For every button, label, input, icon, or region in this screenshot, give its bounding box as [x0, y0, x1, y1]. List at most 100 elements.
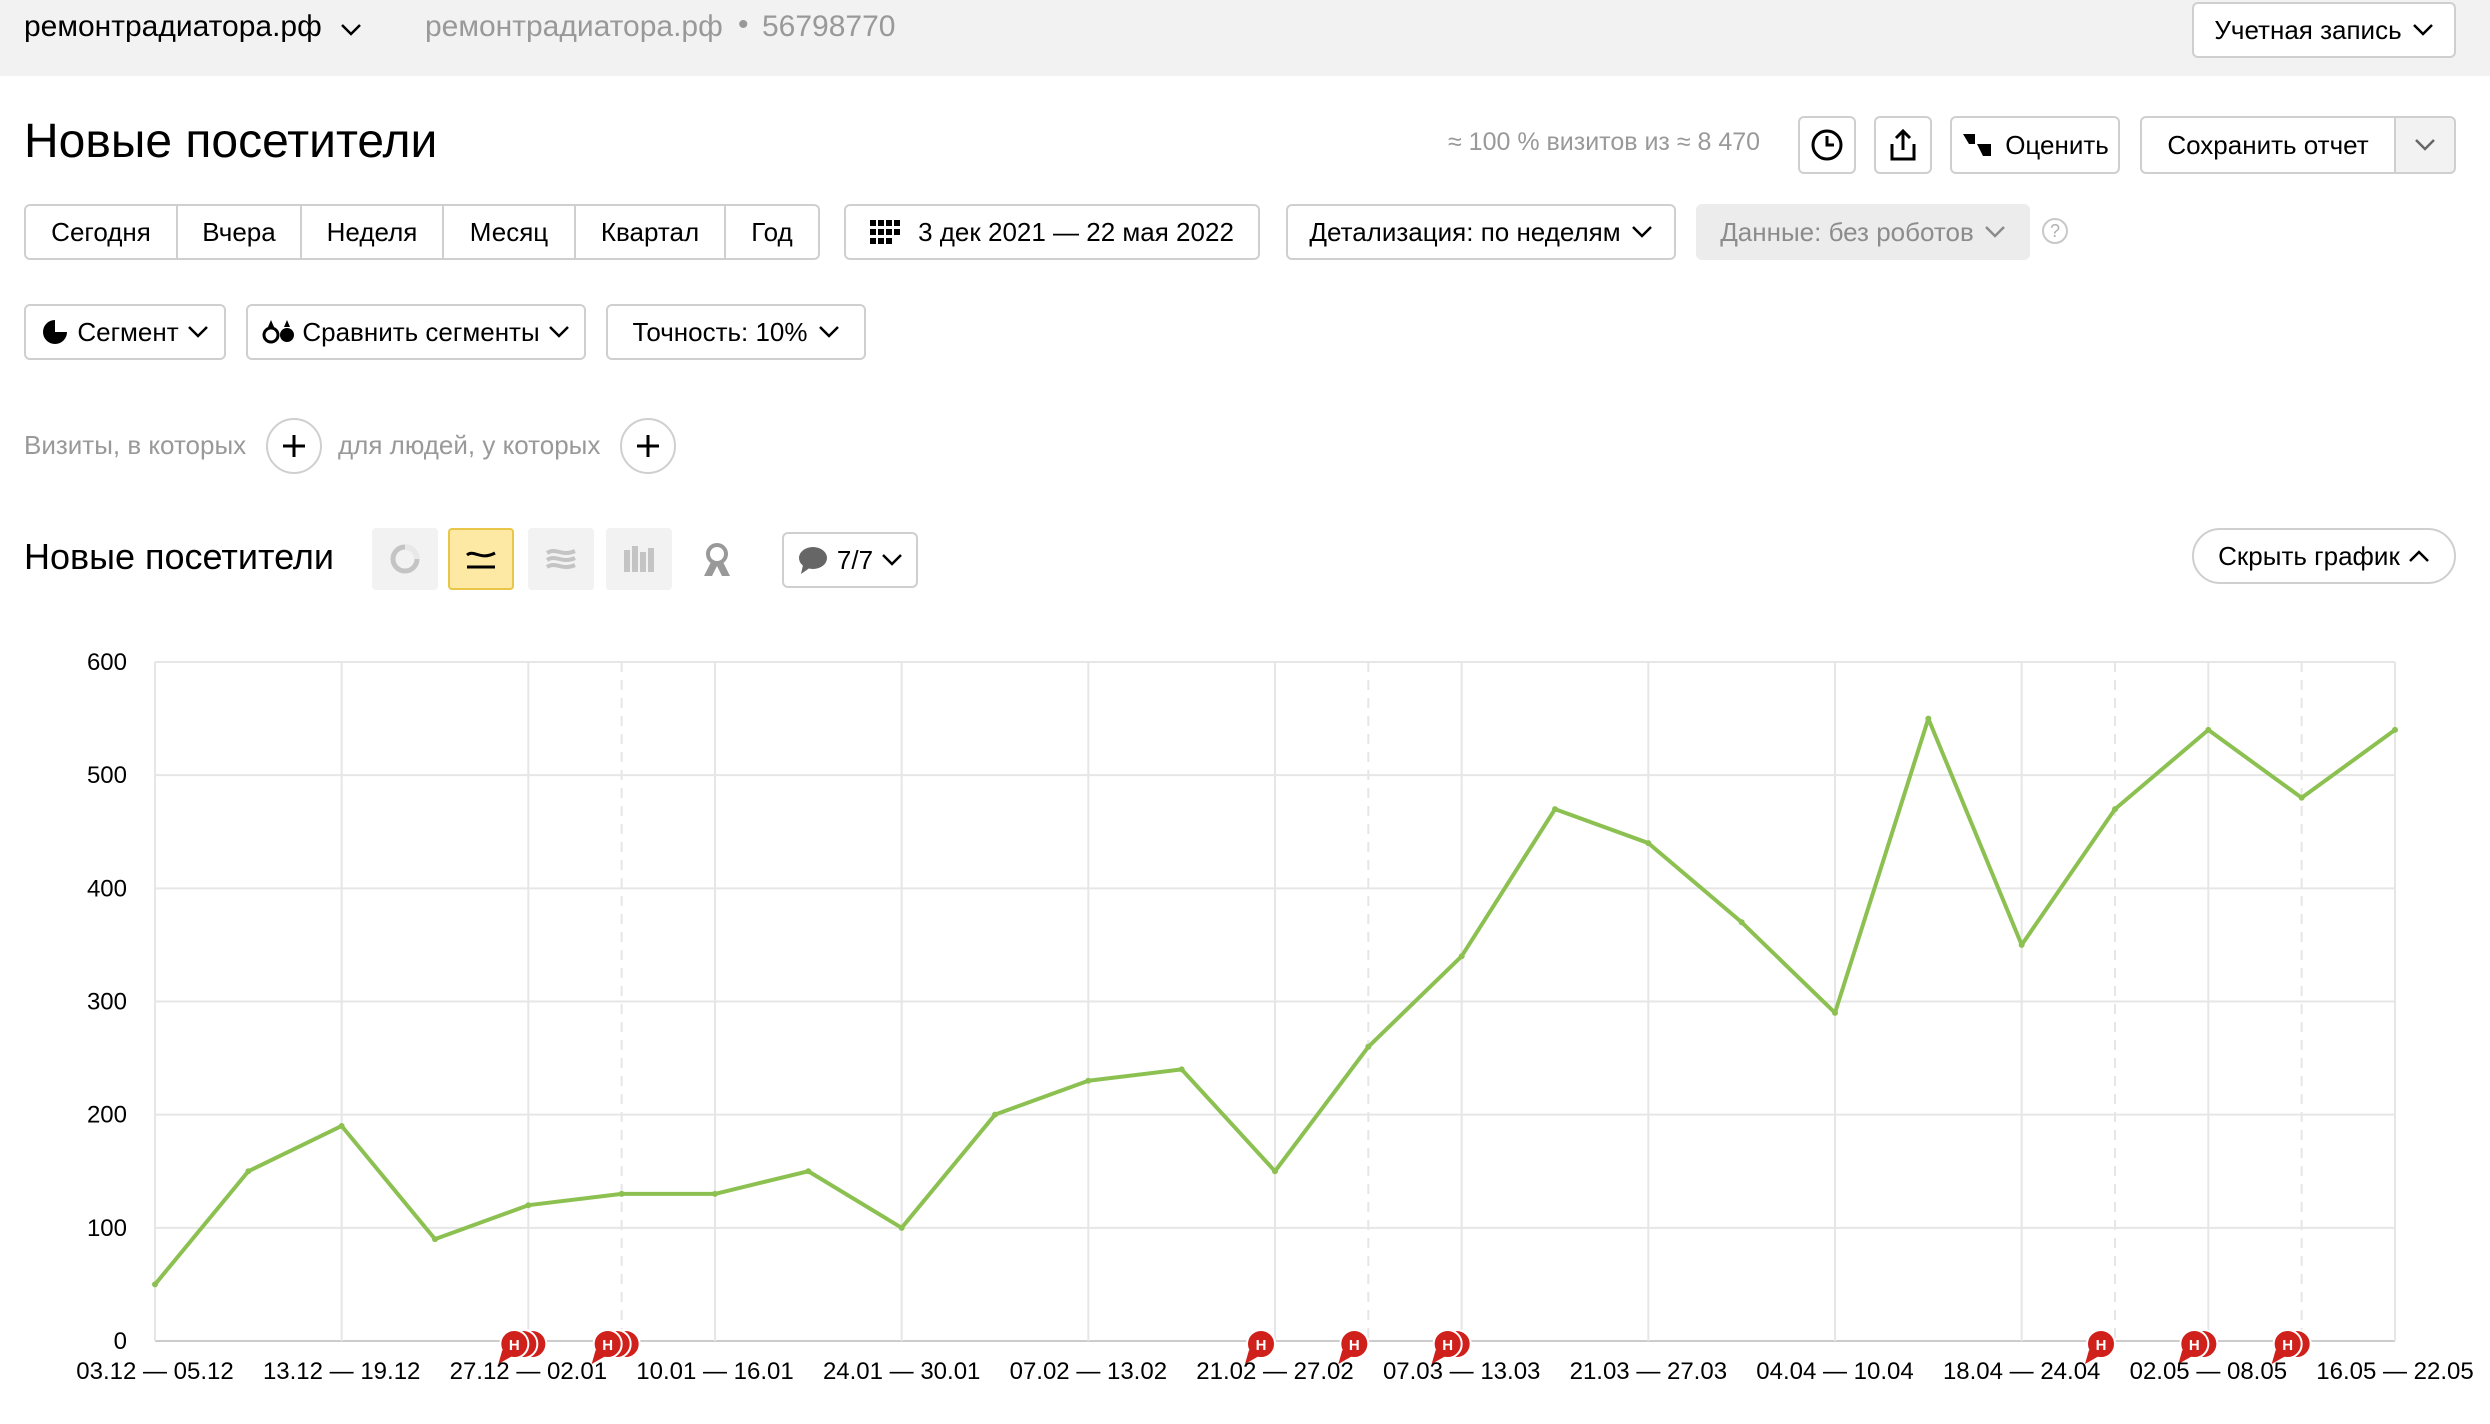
chevron-down-icon	[548, 326, 569, 338]
data-point[interactable]	[152, 1281, 158, 1288]
data-point[interactable]	[245, 1168, 252, 1175]
period-year[interactable]: Год	[726, 204, 820, 260]
chevron-down-icon	[1984, 226, 2005, 238]
plus-icon	[283, 435, 305, 457]
data-point[interactable]	[618, 1190, 625, 1197]
data-point[interactable]	[1925, 715, 1932, 722]
data-point[interactable]	[1272, 1168, 1278, 1175]
data-point[interactable]	[1458, 953, 1465, 960]
x-tick-label: 07.02 — 13.02	[1010, 1358, 1167, 1385]
site-selector[interactable]: ремонтрадиатора.рф	[24, 10, 362, 45]
save-report-label: Сохранить отчет	[2167, 129, 2369, 160]
top-bar	[0, 0, 2490, 76]
period-month[interactable]: Месяц	[444, 204, 576, 260]
rate-button[interactable]: Оценить	[1950, 116, 2120, 174]
data-point[interactable]	[1552, 806, 1558, 813]
site-name: ремонтрадиатора.рф	[24, 10, 322, 43]
date-range-label: 3 дек 2021 — 22 мая 2022	[918, 216, 1234, 247]
add-people-filter-button[interactable]	[620, 418, 676, 474]
people-filter-label: для людей, у которых	[338, 430, 601, 460]
map-pin-icon[interactable]	[700, 540, 734, 585]
x-tick-label: 21.02 — 27.02	[1196, 1358, 1353, 1385]
data-point[interactable]	[338, 1122, 345, 1129]
y-tick-label: 0	[114, 1328, 127, 1355]
note-marker-label: Н	[1442, 1337, 1453, 1354]
save-options-button[interactable]	[2394, 116, 2456, 174]
data-point[interactable]	[2205, 726, 2212, 733]
data-point[interactable]	[805, 1168, 812, 1175]
line-chart: Н Н Н Н Н Н Н Н 0 100 200 300 400 500 600 03.12 — 05.1…	[76, 649, 2473, 1385]
period-today[interactable]: Сегодня	[24, 204, 178, 260]
chevron-down-icon	[340, 11, 362, 45]
x-tick-label: 02.05 — 08.05	[2130, 1358, 2287, 1385]
data-point[interactable]	[992, 1111, 998, 1118]
compare-segments-icon	[262, 320, 295, 344]
chevron-down-icon	[2412, 24, 2433, 36]
x-tick-label: 07.03 — 13.03	[1383, 1358, 1540, 1385]
period-quarter[interactable]: Квартал	[576, 204, 726, 260]
view-area-button[interactable]	[528, 528, 594, 590]
clock-icon	[1811, 129, 1843, 161]
period-selector: Сегодня Вчера Неделя Месяц Квартал Год	[24, 204, 820, 260]
segment-button[interactable]: Сегмент	[24, 304, 226, 360]
compare-segments-label: Сравнить сегменты	[302, 316, 540, 347]
bar-chart-icon	[624, 546, 654, 572]
data-point[interactable]	[525, 1202, 532, 1209]
data-point[interactable]	[1832, 1009, 1838, 1016]
help-icon[interactable]: ?	[2042, 218, 2068, 244]
view-bar-button[interactable]	[606, 528, 672, 590]
data-point[interactable]	[898, 1224, 905, 1231]
comment-icon	[798, 547, 827, 574]
breadcrumb-site: ремонтрадиатора.рф	[425, 10, 723, 43]
chevron-down-icon	[187, 326, 208, 338]
data-point[interactable]	[1085, 1077, 1092, 1084]
history-button[interactable]	[1798, 116, 1856, 174]
view-pie-button[interactable]	[372, 528, 438, 590]
data-point[interactable]	[1738, 919, 1745, 926]
compare-segments-button[interactable]: Сравнить сегменты	[246, 304, 586, 360]
date-range-picker[interactable]: 3 дек 2021 — 22 мая 2022	[844, 204, 1260, 260]
detail-selector[interactable]: Детализация: по неделям	[1286, 204, 1676, 260]
y-tick-label: 200	[87, 1102, 127, 1129]
data-filter-selector[interactable]: Данные: без роботов	[1696, 204, 2030, 260]
data-point[interactable]	[432, 1236, 438, 1243]
visits-filter-label: Визиты, в которых	[24, 430, 247, 460]
view-line-button[interactable]	[448, 528, 514, 590]
hide-chart-button[interactable]: Скрыть график	[2192, 528, 2456, 584]
chart-title: Новые посетители	[24, 536, 335, 577]
period-week[interactable]: Неделя	[302, 204, 444, 260]
x-tick-label: 03.12 — 05.12	[76, 1358, 233, 1385]
x-tick-label: 16.05 — 22.05	[2316, 1358, 2473, 1385]
data-point[interactable]	[1645, 840, 1652, 847]
save-report-button[interactable]: Сохранить отчет	[2140, 116, 2396, 174]
rate-label: Оценить	[2005, 129, 2109, 160]
accuracy-selector[interactable]: Точность: 10%	[606, 304, 866, 360]
data-point[interactable]	[712, 1190, 718, 1197]
chevron-up-icon	[2408, 550, 2429, 562]
x-tick-label: 13.12 — 19.12	[263, 1358, 420, 1385]
chevron-down-icon	[2415, 139, 2435, 151]
y-tick-label: 500	[87, 762, 127, 789]
data-point[interactable]	[2392, 726, 2398, 733]
period-yesterday[interactable]: Вчера	[178, 204, 302, 260]
note-marker-label: Н	[602, 1337, 613, 1354]
note-marker-label: Н	[509, 1337, 520, 1354]
account-label: Учетная запись	[2214, 14, 2402, 45]
note-marker-label: Н	[2282, 1337, 2293, 1354]
data-point[interactable]	[2018, 941, 2025, 948]
visits-info: ≈ 100 % визитов из ≈ 8 470	[1448, 128, 1761, 156]
chevron-down-icon	[1631, 226, 1652, 238]
counter-id: 56798770	[762, 10, 896, 43]
data-point[interactable]	[2112, 806, 2118, 813]
area-chart-icon	[545, 549, 576, 569]
add-visit-filter-button[interactable]	[266, 418, 322, 474]
account-button[interactable]: Учетная запись	[2192, 2, 2456, 58]
chevron-down-icon	[882, 554, 902, 566]
data-point[interactable]	[2298, 794, 2305, 801]
notes-counter-button[interactable]: 7/7	[782, 532, 918, 588]
help-symbol: ?	[2049, 220, 2060, 241]
share-button[interactable]	[1874, 116, 1932, 174]
x-tick-label: 04.04 — 10.04	[1756, 1358, 1913, 1385]
data-point[interactable]	[1178, 1066, 1185, 1073]
data-point[interactable]	[1365, 1043, 1372, 1050]
